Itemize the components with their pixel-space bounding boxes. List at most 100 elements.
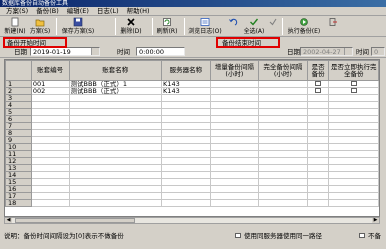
start-date-dropdown[interactable] xyxy=(91,48,99,55)
incremental-interval-cell[interactable] xyxy=(209,115,260,123)
full-interval-cell[interactable] xyxy=(258,136,308,144)
incremental-interval-cell[interactable] xyxy=(209,164,260,172)
incremental-interval-cell[interactable] xyxy=(209,108,260,116)
browse-log-button[interactable]: 浏览日志(O) xyxy=(187,17,223,36)
incremental-interval-cell[interactable] xyxy=(209,94,260,102)
full-interval-cell[interactable] xyxy=(258,171,308,179)
incremental-interval-cell[interactable] xyxy=(209,185,260,193)
server-name-cell[interactable] xyxy=(161,171,211,179)
backup-enabled-cell[interactable] xyxy=(306,129,330,137)
table-row[interactable]: 3 xyxy=(5,94,379,102)
full-interval-cell[interactable] xyxy=(258,108,308,116)
column-header-backup-enabled[interactable]: 是否备份 xyxy=(306,60,330,81)
server-name-cell[interactable] xyxy=(161,185,211,193)
account-code-cell[interactable] xyxy=(30,171,70,179)
table-row[interactable]: 9 xyxy=(5,136,379,144)
scroll-thumb[interactable] xyxy=(15,218,135,223)
incremental-interval-cell[interactable] xyxy=(209,101,260,109)
incremental-interval-cell[interactable] xyxy=(209,87,260,95)
server-name-cell[interactable] xyxy=(161,136,211,144)
account-code-cell[interactable] xyxy=(30,136,70,144)
immediate-full-backup-cell[interactable] xyxy=(328,122,379,130)
column-header-immediate-full-backup[interactable]: 是否立即执行完全备份 xyxy=(328,60,379,81)
full-interval-cell[interactable] xyxy=(258,115,308,123)
immediate-full-backup-cell[interactable] xyxy=(328,164,379,172)
table-row[interactable]: 12 xyxy=(5,157,379,165)
incremental-interval-cell[interactable] xyxy=(209,199,260,207)
account-code-cell[interactable] xyxy=(30,157,70,165)
server-name-cell[interactable] xyxy=(161,150,211,158)
full-interval-cell[interactable] xyxy=(258,94,308,102)
account-code-cell[interactable]: 002 xyxy=(30,87,70,95)
backup-enabled-cell[interactable] xyxy=(306,150,330,158)
incremental-interval-cell[interactable] xyxy=(209,129,260,137)
full-interval-cell[interactable] xyxy=(258,192,308,200)
incremental-interval-cell[interactable] xyxy=(209,171,260,179)
backup-enabled-cell[interactable] xyxy=(306,80,330,88)
incremental-interval-cell[interactable] xyxy=(209,136,260,144)
immediate-full-backup-checkbox[interactable] xyxy=(350,88,357,93)
immediate-full-backup-cell[interactable] xyxy=(328,87,379,95)
immediate-full-backup-cell[interactable] xyxy=(328,143,379,151)
backup-enabled-cell[interactable] xyxy=(306,164,330,172)
backup-enabled-cell[interactable] xyxy=(306,101,330,109)
account-name-cell[interactable] xyxy=(68,157,163,165)
full-interval-cell[interactable] xyxy=(258,101,308,109)
server-name-cell[interactable] xyxy=(161,199,211,207)
undo-button[interactable] xyxy=(226,17,240,36)
backup-enabled-cell[interactable] xyxy=(306,185,330,193)
end-time-field[interactable]: 0 xyxy=(371,47,385,56)
exit-button[interactable] xyxy=(326,17,340,36)
incremental-interval-cell[interactable] xyxy=(209,178,260,186)
menu-backup[interactable]: 备份(B) xyxy=(36,7,59,15)
server-name-cell[interactable] xyxy=(161,115,211,123)
immediate-full-backup-cell[interactable] xyxy=(328,115,379,123)
incremental-interval-cell[interactable] xyxy=(209,150,260,158)
server-name-cell[interactable] xyxy=(161,94,211,102)
account-name-cell[interactable] xyxy=(68,129,163,137)
account-code-cell[interactable] xyxy=(30,143,70,151)
table-row[interactable]: 18 xyxy=(5,199,379,207)
scroll-right-icon[interactable]: ▶ xyxy=(372,218,379,223)
scroll-left-icon[interactable]: ◀ xyxy=(5,218,12,223)
backup-enabled-cell[interactable] xyxy=(306,171,330,179)
account-name-cell[interactable] xyxy=(68,108,163,116)
column-header-account-name[interactable]: 账套名称 xyxy=(68,60,163,81)
account-name-cell[interactable] xyxy=(68,199,163,207)
table-row[interactable]: 11 xyxy=(5,150,379,158)
backup-enabled-cell[interactable] xyxy=(306,122,330,130)
server-name-cell[interactable] xyxy=(161,122,211,130)
immediate-full-backup-cell[interactable] xyxy=(328,136,379,144)
backup-enabled-cell[interactable] xyxy=(306,199,330,207)
horizontal-scrollbar[interactable]: ◀ ▶ xyxy=(4,217,380,224)
delete-button[interactable]: 删除(D) xyxy=(118,17,144,36)
immediate-full-backup-cell[interactable] xyxy=(328,157,379,165)
backup-enabled-cell[interactable] xyxy=(306,143,330,151)
account-name-cell[interactable] xyxy=(68,178,163,186)
account-name-cell[interactable] xyxy=(68,122,163,130)
account-code-cell[interactable] xyxy=(30,185,70,193)
immediate-full-backup-cell[interactable] xyxy=(328,199,379,207)
menu-edit[interactable]: 编辑(E) xyxy=(67,7,89,15)
table-row[interactable]: 15 xyxy=(5,178,379,186)
account-code-cell[interactable] xyxy=(30,178,70,186)
full-interval-cell[interactable] xyxy=(258,157,308,165)
server-name-cell[interactable] xyxy=(161,143,211,151)
account-name-cell[interactable] xyxy=(68,171,163,179)
account-code-cell[interactable] xyxy=(30,164,70,172)
incremental-interval-cell[interactable] xyxy=(209,80,260,88)
account-code-cell[interactable] xyxy=(30,94,70,102)
account-code-cell[interactable] xyxy=(30,192,70,200)
table-row[interactable]: 16 xyxy=(5,185,379,193)
incremental-interval-cell[interactable] xyxy=(209,192,260,200)
full-interval-cell[interactable] xyxy=(258,129,308,137)
full-interval-cell[interactable] xyxy=(258,150,308,158)
backup-enabled-cell[interactable] xyxy=(306,108,330,116)
immediate-full-backup-cell[interactable] xyxy=(328,108,379,116)
incremental-interval-cell[interactable] xyxy=(209,157,260,165)
full-interval-cell[interactable] xyxy=(258,178,308,186)
table-row[interactable]: 4 xyxy=(5,101,379,109)
immediate-full-backup-cell[interactable] xyxy=(328,192,379,200)
execute-backup-button[interactable]: 执行备份(E) xyxy=(285,17,323,36)
server-name-cell[interactable] xyxy=(161,164,211,172)
